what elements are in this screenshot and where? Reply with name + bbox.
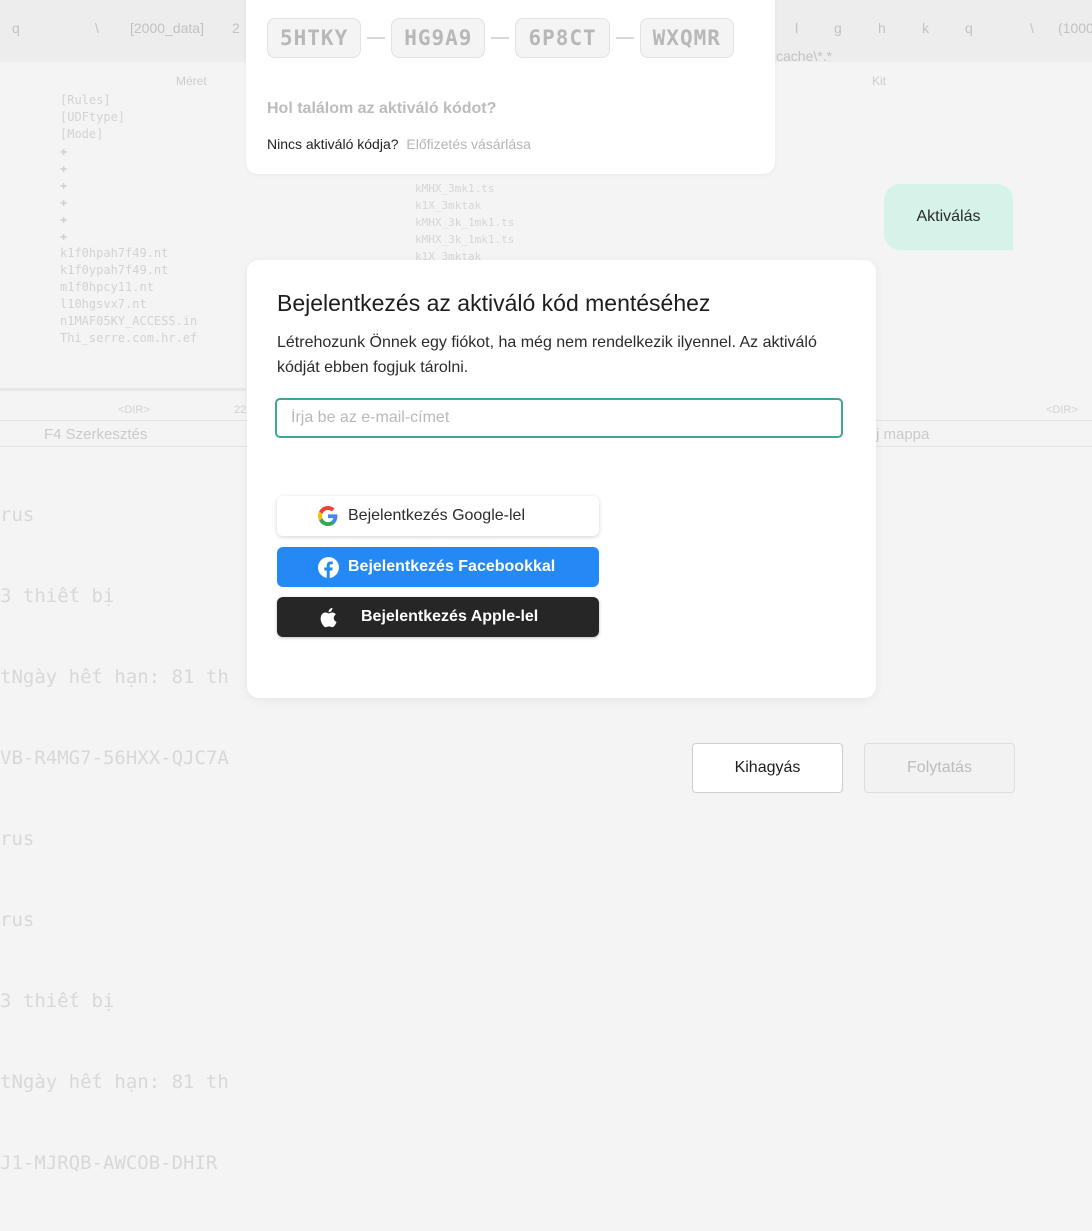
bg-console-line: 3 thiết bị — [0, 990, 115, 1012]
bg-console-line: J1-MJRQB-AWCOB-DHIR — [0, 1152, 218, 1174]
apple-icon — [317, 606, 339, 628]
find-code-link[interactable]: Hol találom az aktiváló kódot? — [267, 100, 496, 118]
google-icon — [317, 505, 339, 527]
bg-console-line: rus — [0, 909, 35, 931]
bg-file-tree: [Rules] [UDFtype] [Mode] ✚ ✚ ✚ ✚ ✚ ✚ k1f… — [60, 92, 197, 347]
code-segment[interactable]: 5HTKY — [267, 18, 362, 58]
bg-tree-line: ✚ — [60, 161, 68, 175]
bg-tree-line: k1f0hpah7f49.nt — [60, 246, 169, 260]
bg-mid-line: kMHX_3k_1mk1.ts — [415, 216, 515, 229]
bg-column-right: Kit — [872, 74, 887, 88]
bg-tree-line: k1f0ypah7f49.nt — [60, 263, 169, 277]
modal-description: Létrehozunk Önnek egy fiókot, ha még nem… — [277, 334, 817, 376]
login-modal: Bejelentkezés az aktiváló kód mentéséhez… — [247, 260, 876, 698]
bg-mid-list: kMHX_3mk1.ts k1X_3mktak kMHX_3k_1mk1.ts … — [415, 180, 514, 265]
apple-login-button[interactable]: Bejelentkezés Apple-lel — [277, 597, 599, 637]
bg-tree-line: n1MAF05KY_ACCESS.in — [60, 314, 198, 328]
bg-tree-line: [Rules] — [60, 93, 111, 107]
code-separator — [615, 37, 634, 39]
bg-toolbar-item: g — [834, 20, 842, 36]
activation-code-group: 5HTKY HG9A9 6P8CT WXQMR — [267, 18, 734, 58]
activation-code-card: 5HTKY HG9A9 6P8CT WXQMR Hol találom az a… — [246, 0, 775, 174]
bg-tree-line: ✚ — [60, 178, 68, 192]
code-segment[interactable]: HG9A9 — [391, 18, 486, 58]
bg-toolbar-item: q — [965, 20, 973, 36]
skip-button[interactable]: Kihagyás — [692, 743, 843, 793]
no-code-row: Nincs aktiváló kódja? Előfizetés vásárlá… — [267, 136, 531, 152]
bg-toolbar-item: h — [878, 20, 886, 36]
google-login-label: Bejelentkezés Google-lel — [348, 507, 525, 524]
bg-column-size: Méret — [176, 74, 207, 88]
bg-toolbar-item: \ — [95, 20, 99, 36]
bg-toolbar-item: k — [922, 20, 929, 36]
bg-tree-line: ✚ — [60, 195, 68, 209]
bg-console: rus 3 thiết bị tNgày hết hạn: 81 th VB-R… — [0, 448, 229, 1231]
email-input[interactable] — [275, 398, 843, 438]
modal-title: Bejelentkezés az aktiváló kód mentéséhez — [277, 290, 711, 316]
bg-console-line: tNgày hết hạn: 81 th — [0, 666, 229, 688]
bg-tree-line: ✚ — [60, 144, 68, 158]
bg-console-line: rus — [0, 504, 35, 526]
bg-console-line: tNgày hết hạn: 81 th — [0, 1071, 229, 1093]
facebook-icon — [317, 556, 339, 578]
no-code-text: Nincs aktiváló kódja? — [267, 136, 399, 152]
facebook-login-label: Bejelentkezés Facebookkal — [348, 558, 556, 575]
continue-button[interactable]: Folytatás — [864, 743, 1015, 793]
bg-console-line: rus — [0, 828, 35, 850]
bg-f4-edit: F4 Szerkesztés — [44, 426, 148, 443]
chat-bubble-text: Aktiválás — [916, 208, 981, 225]
bg-mid-line: kMHX_3k_1mk1.ts — [415, 233, 515, 246]
bg-mid-line: k1X_3mktak — [415, 199, 482, 212]
bg-tree-line: [Mode] — [60, 127, 104, 141]
bg-dir-left: <DIR> — [118, 404, 150, 416]
bg-toolbar-item: l — [795, 20, 799, 36]
bg-tree-line: m1f0hpcy11.nt — [60, 280, 154, 294]
buy-subscription-link[interactable]: Előfizetés vásárlása — [406, 136, 531, 152]
bg-dir-right: <DIR> — [1046, 404, 1078, 416]
bg-console-line: VB-R4MG7-56HXX-QJC7A — [0, 747, 229, 769]
bg-cache-text: cache\*.* — [776, 48, 833, 64]
apple-login-label: Bejelentkezés Apple-lel — [361, 608, 539, 625]
code-segment[interactable]: WXQMR — [639, 18, 734, 58]
bg-dir-num: 22 — [234, 404, 247, 416]
bg-toolbar-item: [2000_data] — [130, 20, 204, 36]
bg-tree-line: ✚ — [60, 212, 68, 226]
bg-new-folder: j mappa — [876, 426, 930, 443]
bg-console-line: 3 thiết bị — [0, 585, 115, 607]
code-segment[interactable]: 6P8CT — [515, 18, 610, 58]
bg-tree-line: Thi_serre.com.hr.ef — [60, 331, 198, 345]
activation-chat-bubble: Aktiválás — [884, 184, 1013, 250]
bg-mid-line: kMHX_3mk1.ts — [415, 182, 495, 195]
bg-tree-line: l10hgsvx7.nt — [60, 297, 147, 311]
bg-scrollbar — [0, 388, 246, 391]
bg-tree-line: ✚ — [60, 229, 68, 243]
bg-toolbar-item: \ — [1030, 20, 1034, 36]
code-separator — [491, 37, 510, 39]
code-separator — [367, 37, 386, 39]
facebook-login-button[interactable]: Bejelentkezés Facebookkal — [277, 547, 599, 587]
bg-toolbar-item: (1000 — [1058, 20, 1092, 36]
google-login-button[interactable]: Bejelentkezés Google-lel — [277, 496, 599, 536]
bg-toolbar-item: q — [12, 20, 20, 36]
bg-tree-line: [UDFtype] — [60, 110, 126, 124]
bg-toolbar-item: 2 — [232, 20, 240, 36]
